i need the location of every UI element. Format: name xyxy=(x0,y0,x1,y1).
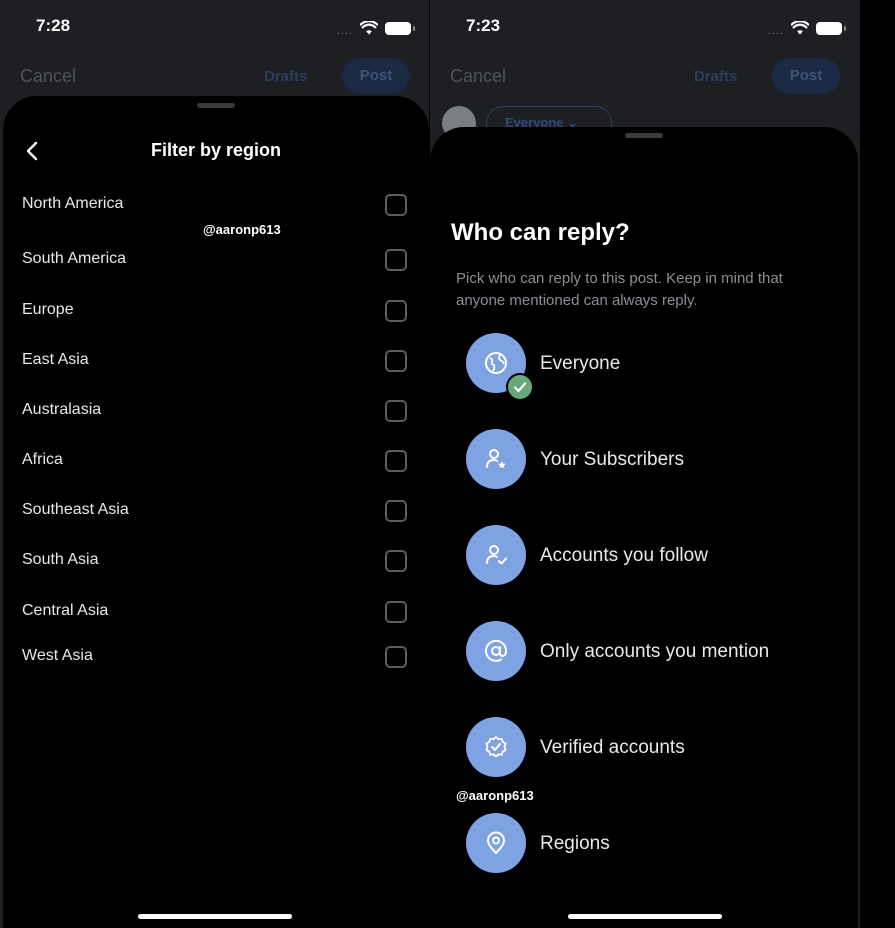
region-row-south-asia[interactable]: South Asia xyxy=(3,541,429,581)
compose-top-bar: Cancel Drafts Post xyxy=(0,56,429,96)
image-gutter xyxy=(860,0,895,928)
region-checkbox[interactable] xyxy=(385,300,407,322)
region-checkbox[interactable] xyxy=(385,350,407,372)
region-checkbox[interactable] xyxy=(385,194,407,216)
reply-option-verified-accounts[interactable]: Verified accounts xyxy=(430,715,858,779)
region-checkbox[interactable] xyxy=(385,450,407,472)
region-label: Australasia xyxy=(22,401,102,418)
option-label: Your Subscribers xyxy=(540,449,684,470)
option-label: Regions xyxy=(540,833,610,854)
cancel-button[interactable]: Cancel xyxy=(450,66,506,87)
region-label: North America xyxy=(22,195,124,212)
reply-settings-sheet: Who can reply? Pick who can reply to thi… xyxy=(430,127,858,928)
region-label: Europe xyxy=(22,301,74,318)
region-label: South America xyxy=(22,250,127,267)
home-indicator xyxy=(138,914,292,919)
option-label: Verified accounts xyxy=(540,737,685,758)
signal-icon: .... xyxy=(767,25,784,37)
reply-option-everyone[interactable]: Everyone xyxy=(430,331,858,401)
region-row-australasia[interactable]: Australasia xyxy=(3,391,429,431)
battery-icon xyxy=(816,21,846,35)
selected-check-icon xyxy=(506,373,534,401)
sheet-title: Who can reply? xyxy=(451,219,630,246)
post-button[interactable]: Post xyxy=(342,58,410,94)
person-star-icon xyxy=(466,429,526,489)
status-time: 7:23 xyxy=(466,16,501,35)
battery-icon xyxy=(385,21,415,35)
region-row-africa[interactable]: Africa xyxy=(3,441,429,481)
region-row-east-asia[interactable]: East Asia xyxy=(3,341,429,381)
location-pin-icon xyxy=(466,813,526,873)
sheet-title: Filter by region xyxy=(150,140,282,160)
region-row-north-america[interactable]: North America xyxy=(3,185,429,225)
region-row-southeast-asia[interactable]: Southeast Asia xyxy=(3,491,429,531)
region-label: South Asia xyxy=(22,551,99,568)
status-bar: 7:28 .... xyxy=(0,0,429,50)
region-label: West Asia xyxy=(22,647,93,664)
region-label: Africa xyxy=(22,451,63,468)
home-indicator xyxy=(568,914,722,919)
region-checkbox[interactable] xyxy=(385,646,407,668)
wifi-icon xyxy=(360,21,378,35)
reply-option-subscribers[interactable]: Your Subscribers xyxy=(430,427,858,491)
option-label: Only accounts you mention xyxy=(540,641,770,662)
reply-option-regions[interactable]: Regions xyxy=(430,811,858,875)
region-label: Central Asia xyxy=(22,602,109,619)
status-time: 7:28 xyxy=(36,16,71,35)
option-label: Accounts you follow xyxy=(540,545,708,566)
region-checkbox[interactable] xyxy=(385,500,407,522)
sheet-description: Pick who can reply to this post. Keep in… xyxy=(456,270,783,309)
sheet-grabber[interactable] xyxy=(197,103,235,108)
at-sign-icon xyxy=(466,621,526,681)
filter-by-region-screen: 7:28 .... Cancel Drafts Post Filter by r… xyxy=(0,0,429,928)
watermark: @aaronp613 xyxy=(456,788,534,803)
signal-icon: .... xyxy=(336,25,353,37)
compose-top-bar: Cancel Drafts Post xyxy=(430,56,860,96)
region-row-south-america[interactable]: South America xyxy=(3,240,429,280)
status-bar: 7:23 .... xyxy=(430,0,860,50)
wifi-icon xyxy=(791,21,809,35)
region-row-central-asia[interactable]: Central Asia xyxy=(3,592,429,632)
region-label: Southeast Asia xyxy=(22,501,129,518)
region-checkbox[interactable] xyxy=(385,601,407,623)
option-label: Everyone xyxy=(540,353,621,374)
region-checkbox[interactable] xyxy=(385,400,407,422)
sheet-grabber[interactable] xyxy=(625,133,663,138)
region-row-west-asia[interactable]: West Asia xyxy=(3,637,429,677)
region-checkbox[interactable] xyxy=(385,249,407,271)
post-button[interactable]: Post xyxy=(772,58,840,94)
cancel-button[interactable]: Cancel xyxy=(20,66,76,87)
region-label: East Asia xyxy=(22,351,89,368)
region-checkbox[interactable] xyxy=(385,550,407,572)
who-can-reply-screen: 7:23 .... Cancel Drafts Post Everyone ⌄ … xyxy=(430,0,860,928)
region-filter-sheet: Filter by region @aaronp613 North Americ… xyxy=(3,96,429,928)
person-check-icon xyxy=(466,525,526,585)
region-row-europe[interactable]: Europe xyxy=(3,291,429,331)
drafts-button[interactable]: Drafts xyxy=(264,68,307,85)
drafts-button[interactable]: Drafts xyxy=(694,68,737,85)
reply-option-mentioned-only[interactable]: Only accounts you mention xyxy=(430,619,858,683)
verified-badge-icon xyxy=(466,717,526,777)
reply-option-accounts-you-follow[interactable]: Accounts you follow xyxy=(430,523,858,587)
